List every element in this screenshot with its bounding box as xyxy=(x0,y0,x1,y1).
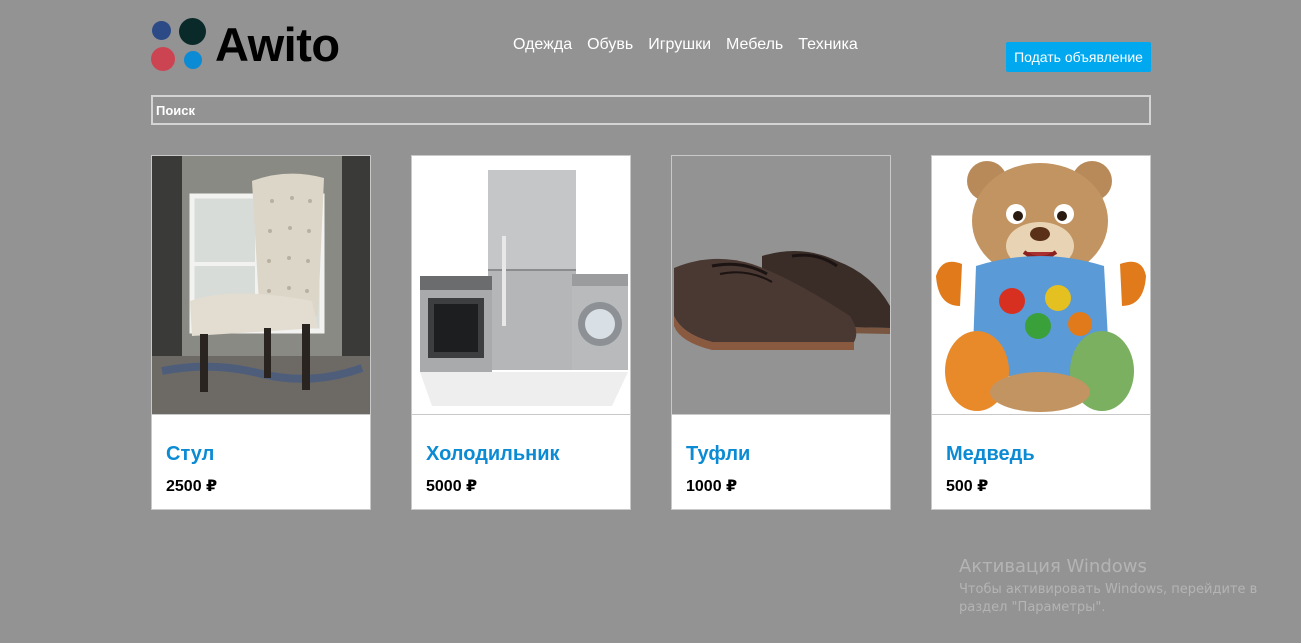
card-body: Туфли 1000 ₽ xyxy=(672,443,890,496)
fridge-image[interactable] xyxy=(412,156,630,415)
product-grid: Стул 2500 ₽ Холодильник 5000 ₽ Туфли 100… xyxy=(151,155,1151,510)
logo-dot xyxy=(151,47,175,71)
product-price: 2500 ₽ xyxy=(166,478,218,495)
product-title[interactable]: Холодильник xyxy=(426,443,616,466)
logo-dot xyxy=(184,51,202,69)
logo-text: Awito xyxy=(215,18,340,71)
product-card[interactable]: Туфли 1000 ₽ xyxy=(671,155,891,510)
logo[interactable]: Awito xyxy=(151,18,340,72)
product-card[interactable]: Холодильник 5000 ₽ xyxy=(411,155,631,510)
nav-item-electronics[interactable]: Техника xyxy=(798,36,857,54)
chair-image[interactable] xyxy=(152,156,370,415)
logo-dots-icon xyxy=(151,18,207,72)
product-price: 500 ₽ xyxy=(946,478,989,495)
post-ad-button[interactable]: Подать объявление xyxy=(1006,42,1151,72)
windows-activation-watermark: Активация Windows Чтобы активировать Win… xyxy=(959,556,1257,617)
watermark-line: Чтобы активировать Windows, перейдите в xyxy=(959,582,1258,597)
product-title[interactable]: Туфли xyxy=(686,443,876,466)
product-card[interactable]: Медведь 500 ₽ xyxy=(931,155,1151,510)
nav-item-furniture[interactable]: Мебель xyxy=(726,36,783,54)
nav-item-shoes[interactable]: Обувь xyxy=(587,36,633,54)
shoes-image[interactable] xyxy=(672,156,890,415)
card-body: Холодильник 5000 ₽ xyxy=(412,443,630,496)
nav-item-clothes[interactable]: Одежда xyxy=(513,36,572,54)
card-body: Медведь 500 ₽ xyxy=(932,443,1150,496)
product-card[interactable]: Стул 2500 ₽ xyxy=(151,155,371,510)
logo-dot xyxy=(179,18,206,45)
teddy-bear-image[interactable] xyxy=(932,156,1150,415)
product-price: 5000 ₽ xyxy=(426,478,478,495)
card-body: Стул 2500 ₽ xyxy=(152,443,370,496)
nav-item-toys[interactable]: Игрушки xyxy=(648,36,711,54)
watermark-line: раздел "Параметры". xyxy=(959,600,1106,615)
watermark-title: Активация Windows xyxy=(959,556,1147,577)
page: Awito Одежда Обувь Игрушки Мебель Техник… xyxy=(0,0,1301,643)
category-nav: Одежда Обувь Игрушки Мебель Техника xyxy=(513,36,858,54)
product-title[interactable]: Стул xyxy=(166,443,356,466)
search-input[interactable] xyxy=(151,95,1151,125)
logo-dot xyxy=(152,21,171,40)
product-title[interactable]: Медведь xyxy=(946,443,1136,466)
product-price: 1000 ₽ xyxy=(686,478,738,495)
